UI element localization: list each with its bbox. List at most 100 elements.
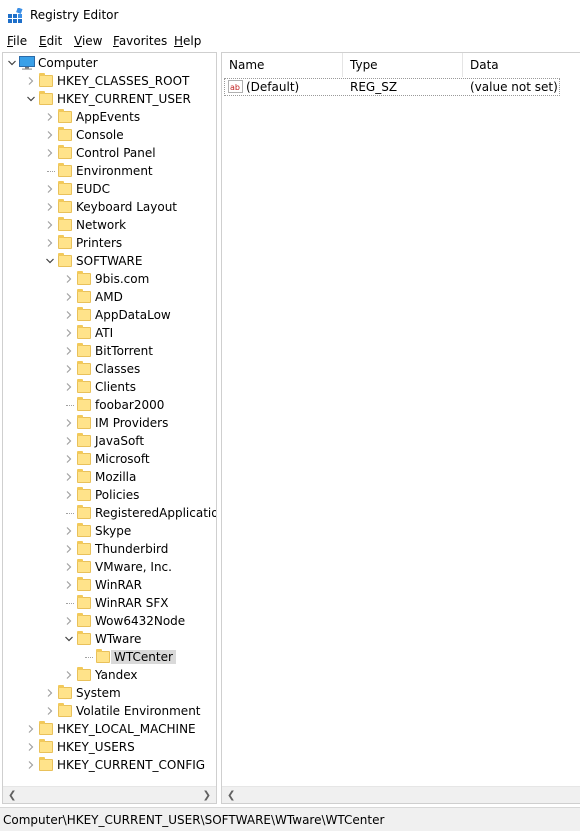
folder-icon xyxy=(77,289,91,303)
tree-item[interactable]: Control Panel xyxy=(3,144,216,162)
tree-item[interactable]: IM Providers xyxy=(3,414,216,432)
tree-item[interactable]: Printers xyxy=(3,234,216,252)
column-header-data[interactable]: Data xyxy=(463,53,580,77)
tree-item[interactable]: HKEY_CURRENT_USER xyxy=(3,90,216,108)
tree-item[interactable]: AppEvents xyxy=(3,108,216,126)
chevron-right-icon[interactable] xyxy=(46,113,54,121)
chevron-right-icon[interactable] xyxy=(65,437,73,445)
tree-item[interactable]: RegisteredApplication xyxy=(3,504,216,522)
tree-item-label: VMware, Inc. xyxy=(95,560,172,574)
chevron-right-icon[interactable] xyxy=(65,455,73,463)
chevron-right-icon[interactable] xyxy=(46,203,54,211)
tree-item[interactable]: Thunderbird xyxy=(3,540,216,558)
key-tree-pane[interactable]: Computer HKEY_CLASSES_ROOT HKEY_CURRENT_US… xyxy=(2,52,217,804)
tree-item[interactable]: Environment xyxy=(3,162,216,180)
tree-item[interactable]: HKEY_CURRENT_CONFIG xyxy=(3,756,216,774)
tree-item[interactable]: Classes xyxy=(3,360,216,378)
chevron-right-icon[interactable] xyxy=(46,689,54,697)
tree-item[interactable]: JavaSoft xyxy=(3,432,216,450)
tree-item[interactable]: EUDC xyxy=(3,180,216,198)
column-header-name[interactable]: Name xyxy=(222,53,343,77)
chevron-down-icon[interactable] xyxy=(27,95,35,103)
tree-item[interactable]: HKEY_LOCAL_MACHINE xyxy=(3,720,216,738)
chevron-right-icon[interactable] xyxy=(65,563,73,571)
chevron-right-icon[interactable] xyxy=(27,743,35,751)
value-row[interactable]: ab (Default) REG_SZ (value not set) xyxy=(222,78,580,96)
tree-item[interactable]: Wow6432Node xyxy=(3,612,216,630)
tree-item[interactable]: WTCenter xyxy=(3,648,216,666)
chevron-right-icon[interactable] xyxy=(65,473,73,481)
tree-item[interactable]: Volatile Environment xyxy=(3,702,216,720)
tree-item[interactable]: VMware, Inc. xyxy=(3,558,216,576)
tree-item[interactable]: SOFTWARE xyxy=(3,252,216,270)
scroll-left-icon[interactable]: ❮ xyxy=(227,790,235,801)
tree-item[interactable]: HKEY_USERS xyxy=(3,738,216,756)
chevron-right-icon[interactable] xyxy=(46,185,54,193)
chevron-right-icon[interactable] xyxy=(65,383,73,391)
chevron-right-icon[interactable] xyxy=(65,365,73,373)
tree-item[interactable]: 9bis.com xyxy=(3,270,216,288)
tree-horizontal-scrollbar[interactable]: ❮ ❯ xyxy=(3,786,216,803)
list-horizontal-scrollbar[interactable]: ❮ xyxy=(222,786,580,803)
chevron-right-icon[interactable] xyxy=(46,149,54,157)
chevron-right-icon[interactable] xyxy=(27,77,35,85)
column-header-type[interactable]: Type xyxy=(343,53,463,77)
chevron-down-icon[interactable] xyxy=(8,59,16,67)
tree-item-label: WinRAR SFX xyxy=(95,596,169,610)
tree-item[interactable]: Clients xyxy=(3,378,216,396)
folder-icon xyxy=(77,595,91,609)
tree-item[interactable]: Microsoft xyxy=(3,450,216,468)
chevron-right-icon[interactable] xyxy=(65,275,73,283)
menu-favorites[interactable]: Favorites xyxy=(113,34,167,48)
menu-view[interactable]: View xyxy=(74,34,102,48)
menu-edit[interactable]: Edit xyxy=(39,34,62,48)
scroll-right-icon[interactable]: ❯ xyxy=(203,790,211,801)
chevron-right-icon[interactable] xyxy=(46,239,54,247)
tree-item[interactable]: AMD xyxy=(3,288,216,306)
chevron-right-icon[interactable] xyxy=(65,329,73,337)
chevron-right-icon[interactable] xyxy=(46,707,54,715)
tree-item[interactable]: WTware xyxy=(3,630,216,648)
tree-item[interactable]: BitTorrent xyxy=(3,342,216,360)
tree-item-label: Network xyxy=(76,218,127,232)
folder-icon xyxy=(58,127,72,141)
tree-item[interactable]: Console xyxy=(3,126,216,144)
chevron-right-icon[interactable] xyxy=(65,671,73,679)
tree-item[interactable]: Keyboard Layout xyxy=(3,198,216,216)
tree-item[interactable]: WinRAR SFX xyxy=(3,594,216,612)
tree-item[interactable]: Mozilla xyxy=(3,468,216,486)
chevron-right-icon[interactable] xyxy=(46,221,54,229)
chevron-down-icon[interactable] xyxy=(46,257,54,265)
tree-item[interactable]: AppDataLow xyxy=(3,306,216,324)
chevron-right-icon[interactable] xyxy=(65,617,73,625)
menu-help[interactable]: Help xyxy=(174,34,201,48)
chevron-right-icon[interactable] xyxy=(27,725,35,733)
scroll-left-icon[interactable]: ❮ xyxy=(8,790,16,801)
chevron-right-icon[interactable] xyxy=(65,581,73,589)
menu-file[interactable]: File xyxy=(7,34,27,48)
tree-item-label: Environment xyxy=(76,164,153,178)
tree-item[interactable]: Yandex xyxy=(3,666,216,684)
chevron-right-icon[interactable] xyxy=(65,419,73,427)
tree-item[interactable]: Policies xyxy=(3,486,216,504)
chevron-right-icon[interactable] xyxy=(65,293,73,301)
chevron-right-icon[interactable] xyxy=(65,545,73,553)
chevron-right-icon[interactable] xyxy=(65,527,73,535)
chevron-right-icon[interactable] xyxy=(65,311,73,319)
tree-item[interactable]: Skype xyxy=(3,522,216,540)
tree-item[interactable]: ATI xyxy=(3,324,216,342)
tree-item[interactable]: foobar2000 xyxy=(3,396,216,414)
chevron-right-icon[interactable] xyxy=(65,347,73,355)
chevron-right-icon[interactable] xyxy=(46,131,54,139)
folder-icon xyxy=(77,361,91,375)
folder-icon xyxy=(77,667,91,681)
chevron-right-icon[interactable] xyxy=(27,761,35,769)
tree-item[interactable]: WinRAR xyxy=(3,576,216,594)
chevron-down-icon[interactable] xyxy=(65,635,73,643)
tree-item[interactable]: Network xyxy=(3,216,216,234)
tree-item[interactable]: HKEY_CLASSES_ROOT xyxy=(3,72,216,90)
values-list-pane[interactable]: Name Type Data ab (Default) REG_SZ (valu… xyxy=(221,52,580,804)
chevron-right-icon[interactable] xyxy=(65,491,73,499)
tree-item[interactable]: System xyxy=(3,684,216,702)
tree-item[interactable]: Computer xyxy=(3,54,216,72)
